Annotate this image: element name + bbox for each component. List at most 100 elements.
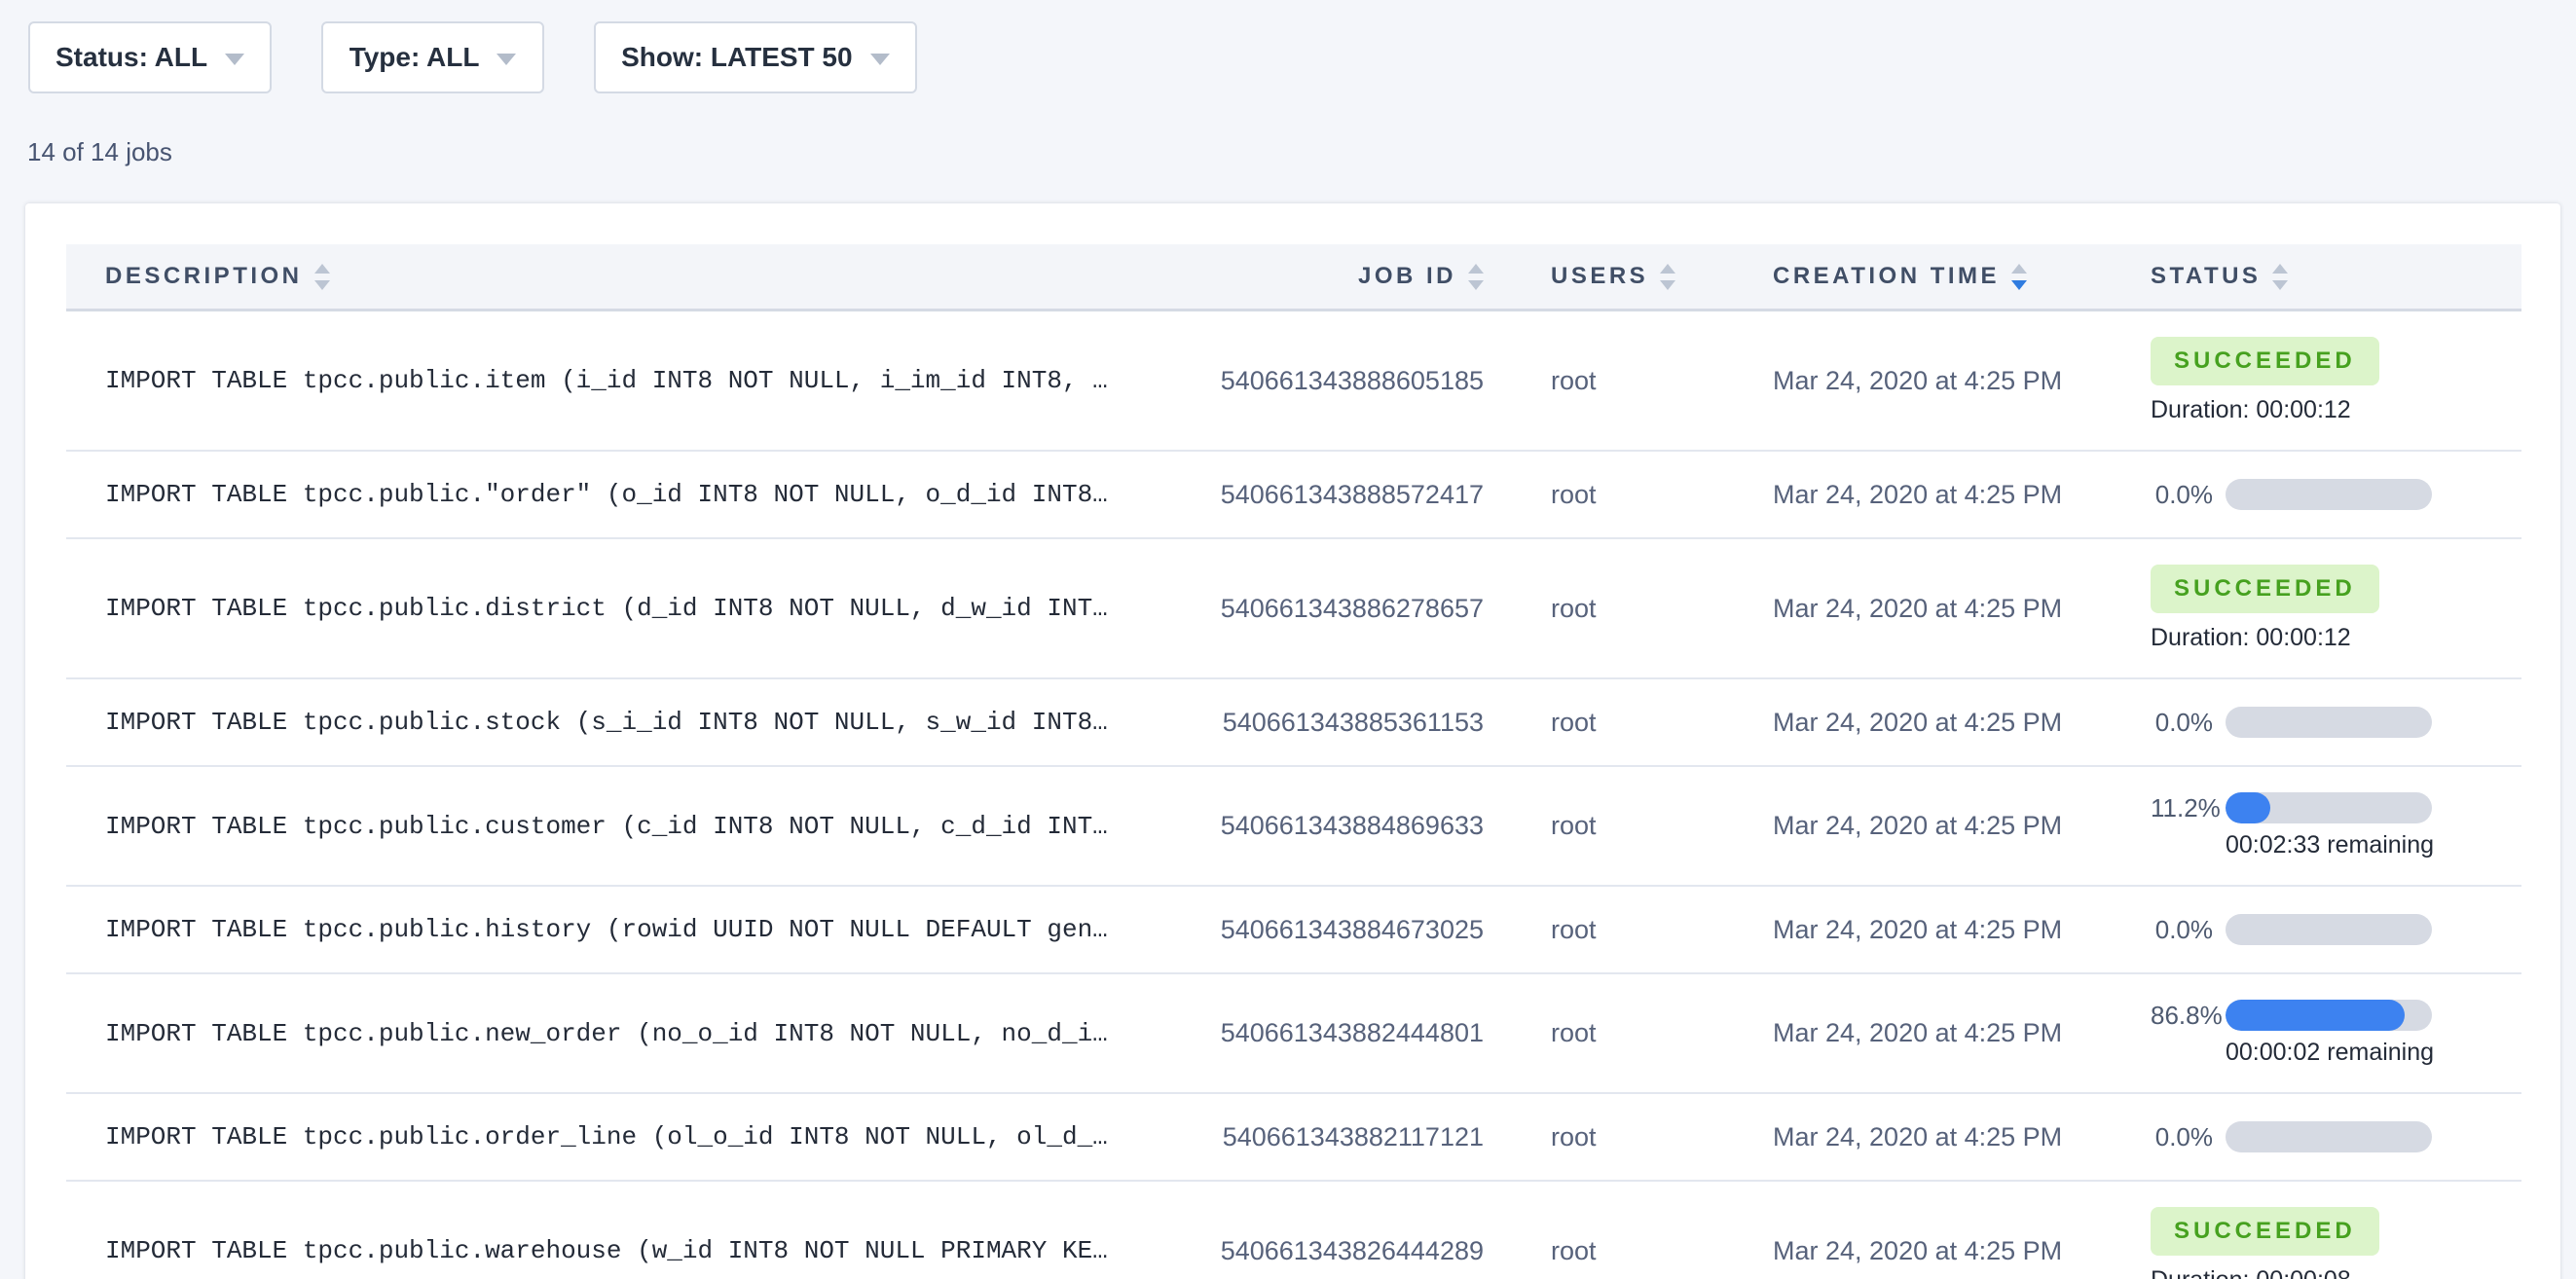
job-id-cell: 540661343882117121 (1217, 1122, 1484, 1152)
chevron-down-icon (225, 54, 244, 65)
progress-bar-track (2226, 479, 2432, 510)
job-creation-time-cell: Mar 24, 2020 at 4:25 PM (1773, 708, 2151, 738)
job-status-cell: 0.0% (2151, 707, 2521, 738)
job-id-cell: 540661343888572417 (1217, 480, 1484, 510)
column-header-label: DESCRIPTION (105, 263, 303, 290)
job-status-cell: 11.2% 00:02:33 remaining (2151, 792, 2521, 859)
job-creation-time-cell: Mar 24, 2020 at 4:25 PM (1773, 366, 2151, 396)
job-creation-time-cell: Mar 24, 2020 at 4:25 PM (1773, 915, 2151, 945)
column-header-job_id[interactable]: JOB ID (1217, 263, 1484, 290)
show-filter-label: Show: LATEST 50 (621, 42, 853, 73)
job-id-cell: 540661343884869633 (1217, 811, 1484, 841)
job-description-cell: IMPORT TABLE tpcc.public.order_line (ol_… (66, 1122, 1217, 1151)
type-filter-label: Type: ALL (350, 42, 480, 73)
progress-line: 0.0% (2151, 479, 2521, 510)
table-body: IMPORT TABLE tpcc.public.item (i_id INT8… (66, 311, 2521, 1279)
table-row: IMPORT TABLE tpcc.public.new_order (no_o… (66, 974, 2521, 1094)
job-creation-time-cell: Mar 24, 2020 at 4:25 PM (1773, 1236, 2151, 1266)
table-row: IMPORT TABLE tpcc.public.stock (s_i_id I… (66, 679, 2521, 767)
status-duration: Duration: 00:00:12 (2151, 396, 2521, 424)
job-user-cell: root (1484, 480, 1773, 510)
job-creation-time-cell: Mar 24, 2020 at 4:25 PM (1773, 1018, 2151, 1048)
jobs-table-card: DESCRIPTION JOB ID USERS CREATION TIME S… (25, 203, 2560, 1279)
job-user-cell: root (1484, 594, 1773, 624)
job-id-cell: 540661343888605185 (1217, 366, 1484, 396)
job-user-cell: root (1484, 1122, 1773, 1152)
progress-line: 0.0% (2151, 1121, 2521, 1152)
job-id-cell: 540661343885361153 (1217, 708, 1484, 738)
job-id-cell: 540661343882444801 (1217, 1018, 1484, 1048)
progress-percent: 86.8% (2151, 1001, 2213, 1031)
progress-line: 0.0% (2151, 914, 2521, 945)
progress-remaining: 00:00:02 remaining (2226, 1039, 2432, 1067)
progress-remaining: 00:02:33 remaining (2226, 831, 2432, 859)
column-header-status[interactable]: STATUS (2151, 263, 2521, 290)
column-header-users[interactable]: USERS (1484, 263, 1773, 290)
column-header-label: CREATION TIME (1773, 263, 2000, 290)
progress-percent: 0.0% (2151, 480, 2213, 510)
job-creation-time-cell: Mar 24, 2020 at 4:25 PM (1773, 811, 2151, 841)
job-status-cell: 0.0% (2151, 479, 2521, 510)
progress-bar-track (2226, 1000, 2432, 1031)
job-id-cell: 540661343826444289 (1217, 1236, 1484, 1266)
job-description-cell: IMPORT TABLE tpcc.public.new_order (no_o… (66, 1019, 1217, 1048)
job-status-cell: 0.0% (2151, 914, 2521, 945)
job-id-cell: 540661343886278657 (1217, 594, 1484, 624)
progress-line: 11.2% (2151, 792, 2521, 823)
job-description-cell: IMPORT TABLE tpcc.public.stock (s_i_id I… (66, 708, 1217, 737)
column-header-label: USERS (1551, 263, 1648, 290)
chevron-down-icon (870, 54, 890, 65)
progress-percent: 0.0% (2151, 708, 2213, 738)
table-header-row: DESCRIPTION JOB ID USERS CREATION TIME S… (66, 244, 2521, 311)
sort-arrows-icon (2011, 264, 2027, 290)
job-description-cell: IMPORT TABLE tpcc.public."order" (o_id I… (66, 480, 1217, 509)
job-description-cell: IMPORT TABLE tpcc.public.warehouse (w_id… (66, 1236, 1217, 1265)
job-status-cell: 0.0% (2151, 1121, 2521, 1152)
progress-percent: 0.0% (2151, 1122, 2213, 1152)
status-filter-dropdown[interactable]: Status: ALL (28, 21, 272, 93)
progress-percent: 0.0% (2151, 915, 2213, 945)
job-user-cell: root (1484, 708, 1773, 738)
table-row: IMPORT TABLE tpcc.public.order_line (ol_… (66, 1094, 2521, 1182)
sort-arrows-icon (1468, 264, 1484, 290)
status-duration: Duration: 00:00:08 (2151, 1266, 2521, 1279)
column-header-description[interactable]: DESCRIPTION (66, 263, 1217, 290)
job-description-cell: IMPORT TABLE tpcc.public.item (i_id INT8… (66, 366, 1217, 395)
progress-bar-fill (2226, 1000, 2405, 1031)
job-status-cell: SUCCEEDED Duration: 00:00:12 (2151, 565, 2521, 652)
column-header-creation_time[interactable]: CREATION TIME (1773, 263, 2151, 290)
type-filter-dropdown[interactable]: Type: ALL (321, 21, 544, 93)
sort-arrows-icon (1660, 264, 1675, 290)
job-creation-time-cell: Mar 24, 2020 at 4:25 PM (1773, 594, 2151, 624)
table-row: IMPORT TABLE tpcc.public.item (i_id INT8… (66, 311, 2521, 452)
filters-toolbar: Status: ALL Type: ALL Show: LATEST 50 (0, 0, 2576, 93)
progress-line: 86.8% (2151, 1000, 2521, 1031)
job-status-cell: SUCCEEDED Duration: 00:00:12 (2151, 337, 2521, 424)
sort-arrows-icon (2272, 264, 2288, 290)
progress-bar-track (2226, 792, 2432, 823)
progress-line: 0.0% (2151, 707, 2521, 738)
job-description-cell: IMPORT TABLE tpcc.public.customer (c_id … (66, 812, 1217, 841)
show-filter-dropdown[interactable]: Show: LATEST 50 (594, 21, 917, 93)
job-id-cell: 540661343884673025 (1217, 915, 1484, 945)
status-duration: Duration: 00:00:12 (2151, 624, 2521, 652)
status-badge-succeeded: SUCCEEDED (2151, 565, 2379, 613)
job-user-cell: root (1484, 915, 1773, 945)
job-status-cell: SUCCEEDEDDuration: 00:00:08 (2151, 1207, 2521, 1279)
progress-bar-track (2226, 914, 2432, 945)
job-user-cell: root (1484, 366, 1773, 396)
column-header-label: JOB ID (1358, 263, 1456, 290)
job-user-cell: root (1484, 1018, 1773, 1048)
progress-bar-fill (2226, 792, 2270, 823)
table-row: IMPORT TABLE tpcc.public.history (rowid … (66, 887, 2521, 974)
table-row: IMPORT TABLE tpcc.public.warehouse (w_id… (66, 1182, 2521, 1279)
table-row: IMPORT TABLE tpcc.public.district (d_id … (66, 539, 2521, 679)
job-description-cell: IMPORT TABLE tpcc.public.history (rowid … (66, 915, 1217, 944)
progress-bar-track (2226, 1121, 2432, 1152)
job-creation-time-cell: Mar 24, 2020 at 4:25 PM (1773, 480, 2151, 510)
status-badge-succeeded: SUCCEEDED (2151, 337, 2379, 385)
job-user-cell: root (1484, 811, 1773, 841)
progress-bar-track (2226, 707, 2432, 738)
status-filter-label: Status: ALL (55, 42, 207, 73)
job-description-cell: IMPORT TABLE tpcc.public.district (d_id … (66, 594, 1217, 623)
